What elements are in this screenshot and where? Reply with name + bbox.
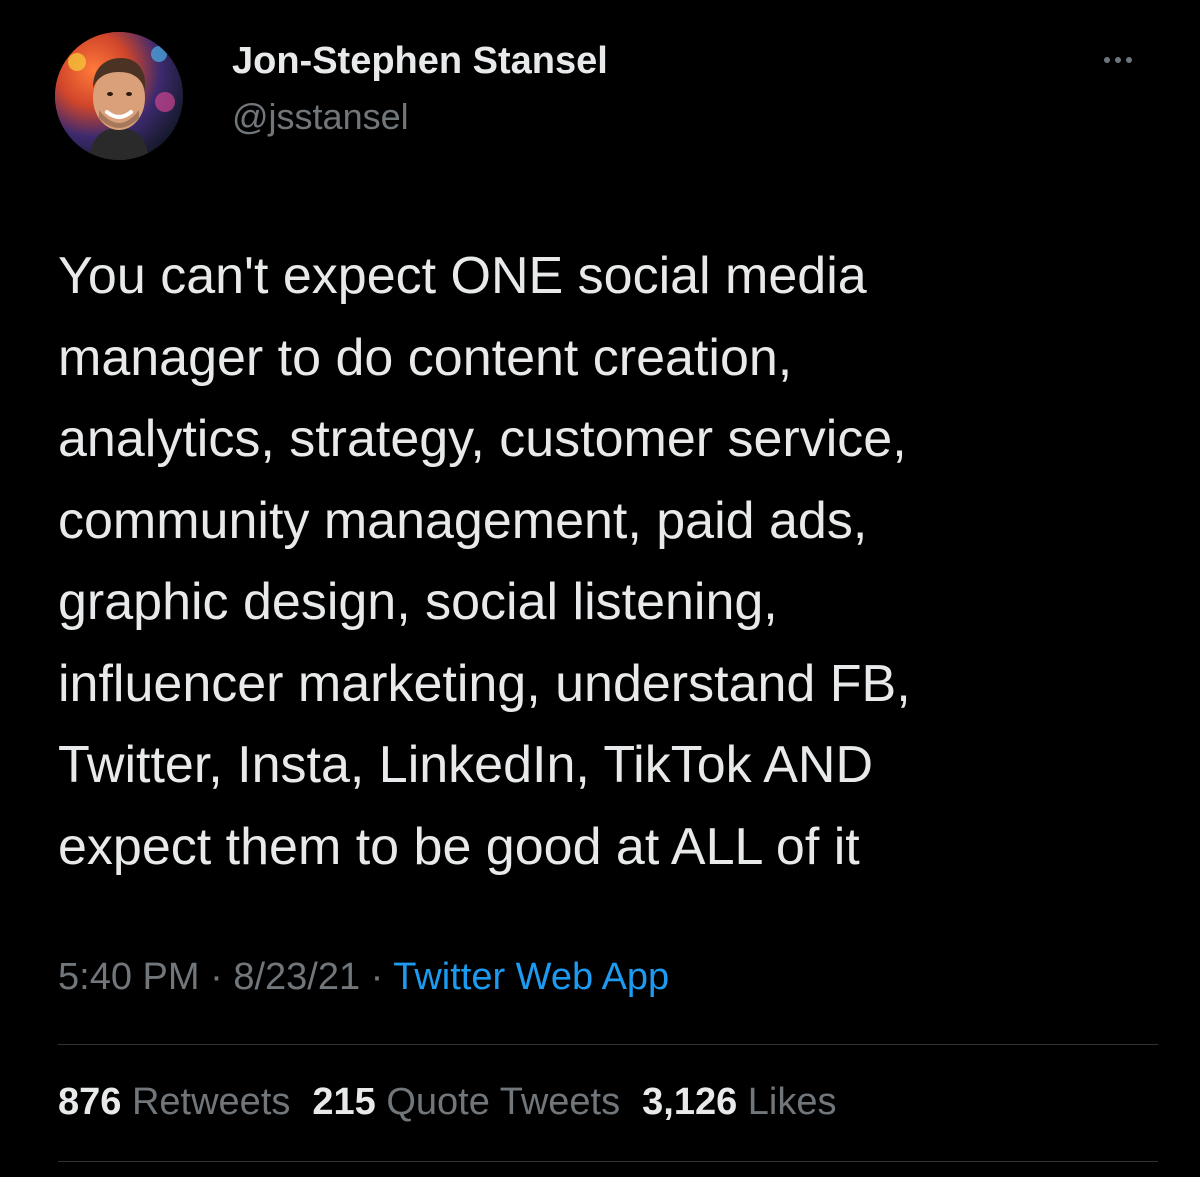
author-handle[interactable]: @jsstansel — [232, 96, 409, 138]
more-horizontal-icon-dot — [1126, 57, 1132, 63]
more-horizontal-icon — [1104, 57, 1110, 63]
tweet-meta: 5:40 PM · 8/23/21 · Twitter Web App — [58, 956, 669, 999]
divider — [58, 1044, 1158, 1045]
retweets-label: Retweets — [131, 1081, 291, 1123]
likes-count: 3,126 — [642, 1081, 738, 1123]
likes-stat[interactable]: 3,126 Likes — [642, 1081, 836, 1124]
meta-separator: · — [360, 956, 394, 998]
more-options-button[interactable] — [1094, 40, 1142, 80]
tweet-detail: Jon-Stephen Stansel @jsstansel You can't… — [0, 0, 1200, 1177]
tweet-stats: 876 Retweets 215 Quote Tweets 3,126 Likes — [58, 1081, 859, 1124]
retweets-count: 876 — [58, 1081, 122, 1123]
retweets-stat[interactable]: 876 Retweets — [58, 1081, 290, 1124]
quote-tweets-count: 215 — [312, 1081, 376, 1123]
divider — [58, 1161, 1158, 1162]
meta-separator: · — [199, 956, 234, 998]
likes-label: Likes — [747, 1081, 837, 1123]
quote-tweets-stat[interactable]: 215 Quote Tweets — [312, 1081, 620, 1124]
tweet-text-line: Twitter, Insta, LinkedIn, TikTok AND — [58, 736, 874, 794]
tweet-text-line: graphic design, social listening, — [58, 573, 778, 631]
avatar-image — [55, 32, 183, 160]
tweet-text-line: manager to do content creation, — [58, 328, 793, 387]
tweet-source-link[interactable]: Twitter Web App — [393, 956, 669, 998]
tweet-text-line: analytics, strategy, customer service, — [58, 410, 907, 468]
tweet-text: You can't expect ONE social media manage… — [58, 236, 1158, 888]
quote-tweets-label: Quote Tweets — [386, 1081, 621, 1123]
tweet-text-line: influencer marketing, understand FB, — [58, 654, 911, 713]
tweet-time[interactable]: 5:40 PM — [58, 956, 200, 998]
more-horizontal-icon-dot — [1115, 57, 1121, 63]
tweet-text-line: community management, paid ads, — [58, 491, 868, 550]
tweet-date[interactable]: 8/23/21 — [233, 956, 360, 998]
author-display-name[interactable]: Jon-Stephen Stansel — [232, 40, 608, 83]
avatar[interactable] — [55, 32, 183, 160]
tweet-text-line: You can't expect ONE social media — [58, 247, 867, 305]
tweet-text-line: expect them to be good at ALL of it — [58, 817, 860, 876]
